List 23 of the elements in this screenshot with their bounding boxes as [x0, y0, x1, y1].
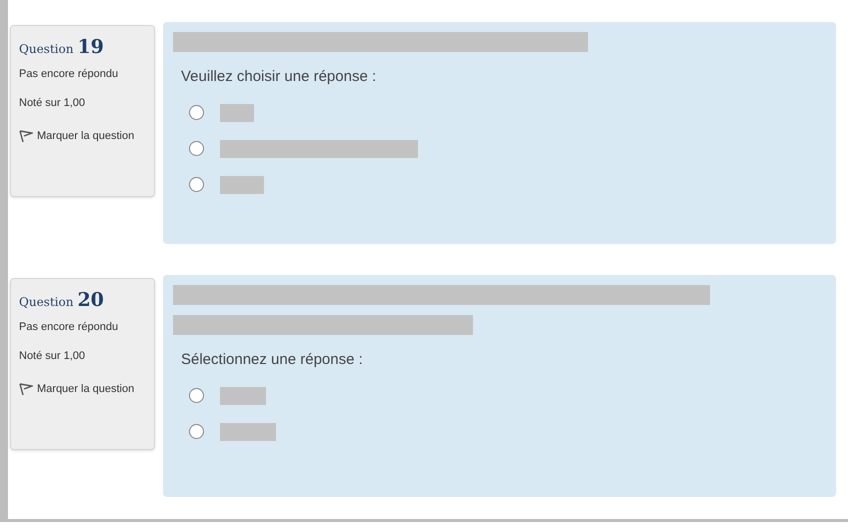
radio-button[interactable]: [189, 177, 204, 192]
question-prompt: Sélectionnez une réponse :: [181, 350, 364, 370]
flag-icon: [19, 130, 33, 143]
question-grade: Noté sur 1,00: [19, 348, 86, 364]
flag-icon: [19, 382, 33, 396]
radio-button[interactable]: [189, 105, 204, 120]
redaction-bar: [220, 104, 254, 122]
flag-question-link[interactable]: Marquer la question: [19, 123, 134, 149]
question-label: Question: [19, 41, 74, 58]
question-number: 19: [77, 38, 104, 57]
radio-button[interactable]: [189, 424, 204, 439]
question-status: Pas encore répondu: [19, 67, 120, 82]
redaction-bar: [220, 176, 264, 194]
question-prompt: Veuillez choisir une réponse :: [181, 67, 378, 87]
question-status: Pas encore répondu: [19, 320, 120, 335]
question-number: 20: [77, 291, 104, 310]
redaction-bar: [220, 422, 276, 440]
radio-button[interactable]: [189, 141, 204, 156]
question-label: Question: [19, 294, 74, 311]
flag-question-link[interactable]: Marquer la question: [19, 376, 134, 402]
radio-button[interactable]: [189, 388, 204, 403]
redaction-bar: [220, 386, 266, 404]
question-grade: Noté sur 1,00: [19, 96, 86, 110]
